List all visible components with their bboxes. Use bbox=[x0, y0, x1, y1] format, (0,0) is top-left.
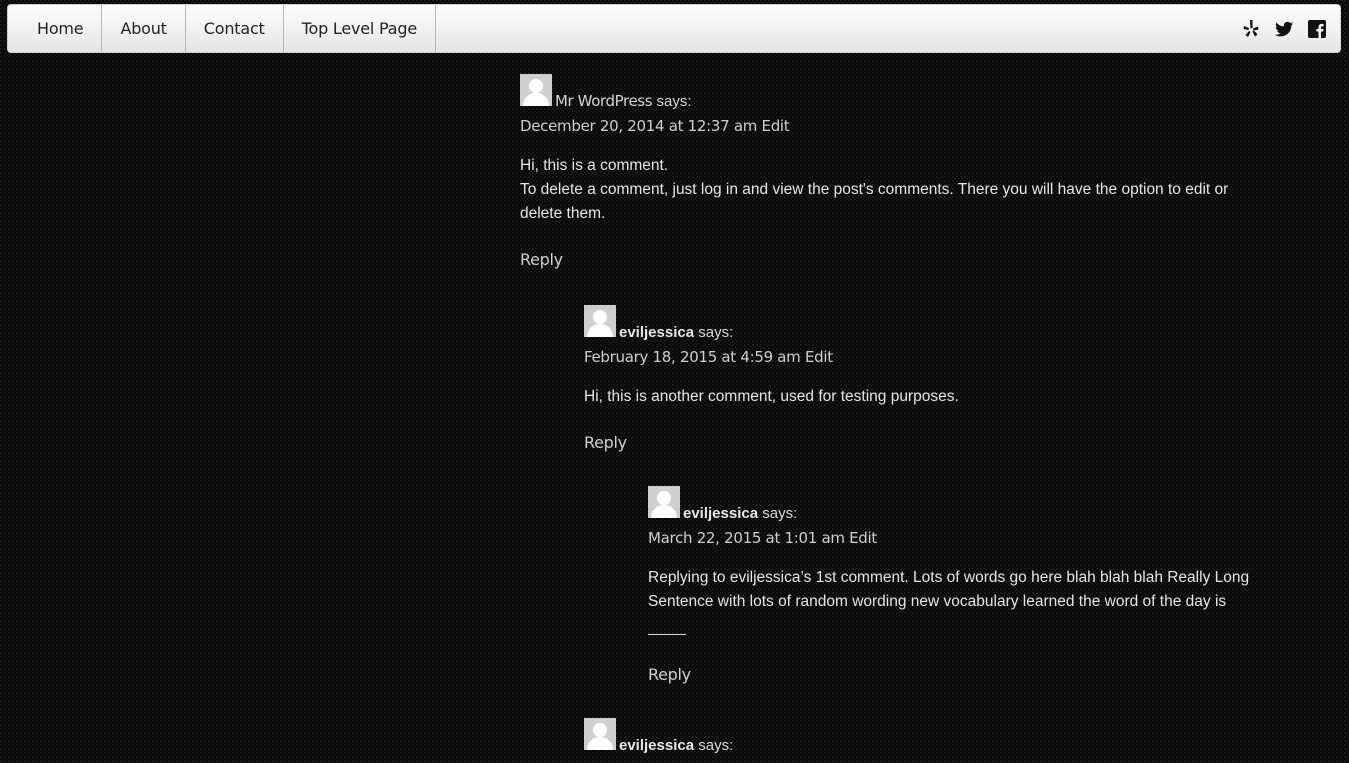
comment-header: eviljessica says: bbox=[584, 305, 1260, 341]
author-name: eviljessica bbox=[683, 505, 759, 522]
edit-link[interactable]: Edit bbox=[805, 348, 833, 366]
edit-link[interactable]: Edit bbox=[849, 529, 877, 547]
says-label: says: bbox=[698, 737, 734, 754]
nav-menu: Home About Contact Top Level Page bbox=[8, 5, 436, 52]
reply-link[interactable]: Reply bbox=[648, 665, 691, 684]
twitter-icon[interactable] bbox=[1273, 18, 1295, 40]
comment-body: Hi, this is a comment. To delete a comme… bbox=[520, 154, 1260, 226]
author-name: eviljessica bbox=[619, 324, 695, 341]
comment: eviljessica says: February 18, 2015 at 4… bbox=[584, 305, 1260, 452]
comment-author[interactable]: Mr WordPress says: bbox=[555, 92, 692, 110]
avatar bbox=[520, 74, 552, 106]
comment: Mr WordPress says: December 20, 2014 at … bbox=[520, 74, 1260, 269]
reply-link[interactable]: Reply bbox=[520, 250, 563, 269]
divider bbox=[648, 634, 686, 635]
comment-meta: March 22, 2015 at 1:01 am Edit bbox=[648, 529, 1260, 547]
says-label: says: bbox=[698, 324, 734, 341]
author-name[interactable]: Mr WordPress bbox=[555, 92, 653, 110]
avatar bbox=[584, 718, 616, 750]
comment-body: Replying to eviljessica’s 1st comment. L… bbox=[648, 566, 1253, 614]
nav-item-home[interactable]: Home bbox=[8, 5, 103, 52]
nav-item-contact[interactable]: Contact bbox=[186, 5, 284, 52]
comment-header: eviljessica says: bbox=[584, 718, 1260, 754]
comment-date-link[interactable]: February 18, 2015 at 4:59 am bbox=[584, 348, 801, 366]
comment-text: Hi, this is a comment. bbox=[520, 157, 669, 174]
nav-item-top-level-page[interactable]: Top Level Page bbox=[284, 5, 436, 52]
nav-item-about[interactable]: About bbox=[102, 5, 186, 52]
comment-meta: February 18, 2015 at 4:59 am Edit bbox=[584, 348, 1260, 366]
comment-text: Hi, this is another comment, used for te… bbox=[584, 388, 959, 405]
edit-link[interactable]: Edit bbox=[762, 117, 790, 135]
comment-author: eviljessica says: bbox=[619, 737, 733, 754]
avatar bbox=[584, 305, 616, 337]
reply-link[interactable]: Reply bbox=[584, 433, 627, 452]
comment-author: eviljessica says: bbox=[683, 505, 797, 522]
comment-date-link[interactable]: March 22, 2015 at 1:01 am bbox=[648, 529, 845, 547]
author-name: eviljessica bbox=[619, 737, 695, 754]
yelp-icon[interactable] bbox=[1240, 18, 1262, 40]
says-label: says: bbox=[762, 505, 798, 522]
comment-header: Mr WordPress says: bbox=[520, 74, 1260, 110]
comment-meta: December 20, 2014 at 12:37 am Edit bbox=[520, 117, 1260, 135]
comment-text: Replying to eviljessica’s 1st comment. L… bbox=[648, 569, 1250, 610]
top-navbar: Home About Contact Top Level Page bbox=[7, 4, 1341, 53]
comment: eviljessica says: bbox=[584, 718, 1260, 754]
comment-body: Hi, this is another comment, used for te… bbox=[584, 385, 1260, 409]
facebook-icon[interactable] bbox=[1306, 18, 1328, 40]
comment-author: eviljessica says: bbox=[619, 324, 733, 341]
avatar bbox=[648, 486, 680, 518]
comment-text: To delete a comment, just log in and vie… bbox=[520, 181, 1229, 222]
social-links bbox=[1240, 18, 1328, 40]
comment-header: eviljessica says: bbox=[648, 486, 1260, 522]
says-label: says: bbox=[656, 93, 692, 110]
comment-date-link[interactable]: December 20, 2014 at 12:37 am bbox=[520, 117, 757, 135]
comment: eviljessica says: March 22, 2015 at 1:01… bbox=[648, 486, 1260, 684]
